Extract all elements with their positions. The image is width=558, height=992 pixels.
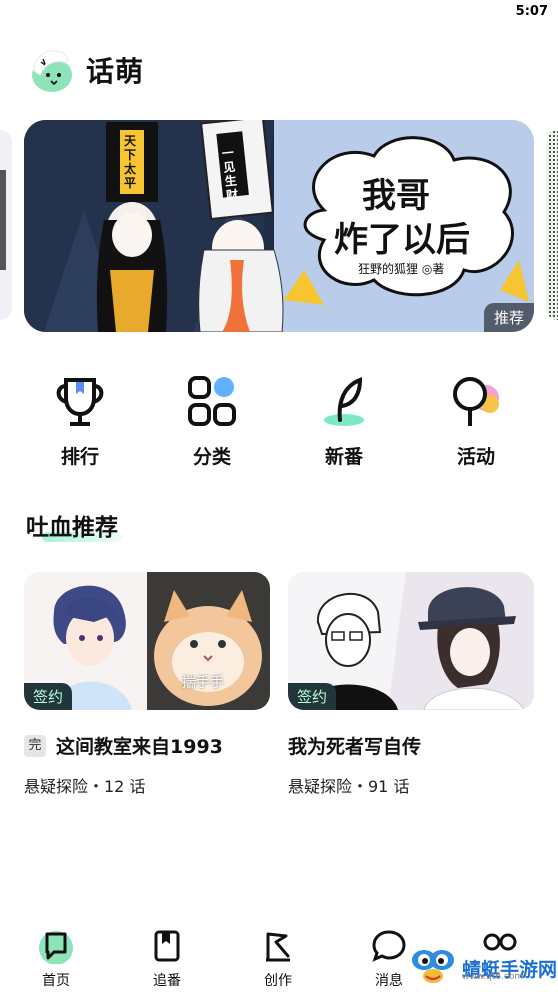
status-bar: 5:07 bbox=[0, 0, 558, 26]
dragonfly-logo-icon bbox=[410, 946, 456, 990]
tab-label: 追番 bbox=[153, 973, 181, 989]
tab-follow[interactable]: 追番 bbox=[127, 928, 207, 990]
nav-events[interactable]: 活动 bbox=[426, 372, 526, 469]
mascot-logo-icon bbox=[26, 45, 76, 95]
banner-peek-right[interactable] bbox=[546, 130, 558, 320]
signed-badge: 签约 bbox=[288, 683, 337, 710]
comic-meta: 悬疑探险・12 话 bbox=[24, 777, 146, 796]
banner-comic-title-line1: 我哥 bbox=[362, 176, 430, 216]
category-grid-icon bbox=[182, 372, 242, 432]
banner-author: 狂野的狐狸 ◎著 bbox=[358, 262, 445, 276]
comic-title-text: 这间教室来自1993 bbox=[56, 736, 223, 758]
tab-label: 首页 bbox=[42, 973, 70, 989]
balloons-icon bbox=[446, 372, 506, 432]
pen-flag-icon bbox=[260, 928, 296, 964]
section-title: 吐血推荐 bbox=[26, 515, 118, 541]
completed-badge: 完 bbox=[24, 734, 46, 757]
comic-card[interactable]: 签约 我为死者写自传 悬疑探险・91 话 bbox=[288, 572, 534, 797]
comic-title: 完 这间教室来自1993 bbox=[24, 732, 270, 759]
banner-sign-1: 天下太平 bbox=[124, 134, 137, 190]
banner-recommend-tag: 推荐 bbox=[483, 303, 534, 332]
message-bubble-icon bbox=[371, 928, 407, 964]
comic-title-text: 我为死者写自传 bbox=[288, 736, 422, 758]
banner-carousel[interactable]: 我哥 炸了以后 狂野的狐狸 ◎著 天下太平 一见生财 推荐 bbox=[0, 120, 558, 332]
nav-ranking[interactable]: 排行 bbox=[30, 372, 130, 469]
app-header: 话萌 bbox=[26, 44, 144, 96]
comic-title: 我为死者写自传 bbox=[288, 732, 534, 759]
comic-cover[interactable]: 揣手手 签约 bbox=[24, 572, 270, 710]
banner-card[interactable]: 我哥 炸了以后 狂野的狐狸 ◎著 天下太平 一见生财 推荐 bbox=[24, 120, 534, 332]
tab-label: 创作 bbox=[264, 973, 292, 989]
cover-caption: 揣手手 bbox=[182, 675, 224, 691]
watermark: 蜻蜓手游网 www.qt6.com bbox=[410, 946, 557, 990]
tab-create[interactable]: 创作 bbox=[238, 928, 318, 990]
banner-peek-left[interactable] bbox=[0, 130, 12, 320]
nav-category[interactable]: 分类 bbox=[162, 372, 262, 469]
nav-label: 分类 bbox=[192, 446, 231, 468]
tab-home[interactable]: 首页 bbox=[16, 928, 96, 990]
nav-new-series[interactable]: 新番 bbox=[294, 372, 394, 469]
comic-card[interactable]: 揣手手 签约 完 这间教室来自1993 悬疑探险・12 话 bbox=[24, 572, 270, 797]
sprout-icon bbox=[314, 372, 374, 432]
nav-label: 新番 bbox=[324, 446, 363, 468]
bookmark-book-icon bbox=[149, 928, 185, 964]
trophy-icon bbox=[50, 372, 110, 432]
comic-meta: 悬疑探险・91 话 bbox=[288, 777, 410, 796]
banner-comic-title-line2: 炸了以后 bbox=[334, 220, 470, 260]
nav-label: 排行 bbox=[60, 446, 99, 468]
nav-label: 活动 bbox=[456, 446, 495, 468]
home-chat-icon bbox=[38, 928, 74, 965]
quick-nav: 排行 分类 新番 活动 bbox=[0, 372, 558, 472]
signed-badge: 签约 bbox=[24, 683, 73, 710]
app-title: 话萌 bbox=[86, 55, 145, 88]
comic-cover[interactable]: 签约 bbox=[288, 572, 534, 710]
status-time: 5:07 bbox=[515, 4, 548, 19]
watermark-url: www.qt6.com bbox=[462, 972, 524, 982]
